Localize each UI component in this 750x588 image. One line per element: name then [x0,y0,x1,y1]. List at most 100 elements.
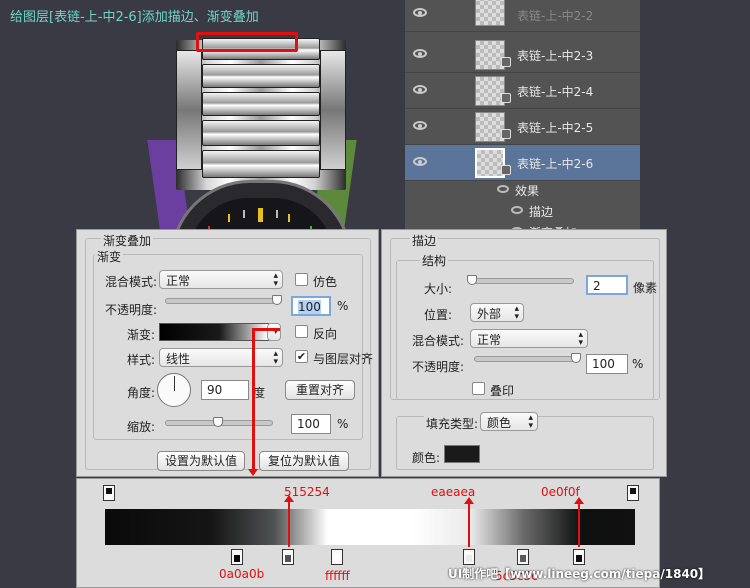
align-with-layer-checkbox[interactable]: ✔ [295,350,308,363]
style-label: 样式: [127,353,156,367]
callout-arrow [574,497,584,547]
layer-mask-icon [501,129,511,139]
layer-row[interactable]: 表链-上-中2-3 [405,37,640,73]
opacity-input[interactable]: 100 [291,296,331,316]
blend-mode-label: 混合模式: [412,334,465,348]
layer-row-selected[interactable]: 表链-上-中2-6 [405,145,640,181]
position-value: 外部 [477,307,502,321]
scale-input[interactable]: 100 [291,414,331,434]
gradient-subtitle: 渐变 [95,248,124,265]
callout-arrow [252,328,280,331]
callout-arrow [248,330,258,476]
stroke-panel: 描边 结构 大小: 2 像素 位置: 外部 ▴ ▾ 混合模式: 正常 ▴ ▾ 不透明… [381,229,667,477]
layer-row[interactable]: 表链-上-中2-2 [405,0,640,32]
blend-mode-value: 正常 [477,333,502,347]
reverse-label: 反向 [313,327,338,341]
percent-sign: % [337,299,349,313]
gradient-label: 渐变: [127,328,156,342]
overprint-checkbox[interactable] [472,382,485,395]
scale-label: 缩放: [127,420,156,434]
color-stop[interactable] [573,549,585,565]
set-default-button[interactable]: 设置为默认值 [157,451,245,471]
bracelet-side-link [176,50,202,170]
size-label: 大小: [424,282,453,296]
color-stop[interactable] [517,549,529,565]
stop-color-label: 515254 [284,485,330,499]
opacity-label: 不透明度: [105,303,158,317]
gradient-bar[interactable] [105,509,635,545]
blend-mode-select[interactable]: 正常 ▴ ▾ [159,270,283,289]
scale-slider[interactable] [165,417,273,427]
layers-panel: 表链-上-中2-2 表链-上-中2-3 表链-上-中2-4 表链-上-中2-5 … [405,0,640,240]
color-stop[interactable] [331,549,343,565]
stroke-effect-label: 描边 [529,205,554,219]
callout-arrow [284,495,294,547]
stop-color-label: 0e0f0f [541,485,580,499]
layer-row[interactable]: 表链-上-中2-5 [405,109,640,145]
opacity-slider[interactable] [474,353,581,363]
fill-type-value: 颜色 [487,416,512,430]
stroke-title: 描边 [410,232,439,249]
visibility-eye-icon[interactable] [413,49,427,58]
bracelet-link [202,92,320,116]
stop-color-label: ffffff [325,569,350,583]
fill-type-select[interactable]: 颜色 ▴ ▾ [480,412,538,431]
layer-name: 表链-上-中2-3 [517,49,594,63]
visibility-eye-icon[interactable] [413,157,427,166]
blend-mode-value: 正常 [166,274,191,288]
reverse-checkbox[interactable] [295,325,308,338]
layer-name: 表链-上-中2-5 [517,121,594,135]
slider-knob[interactable] [213,417,223,427]
color-label: 颜色: [412,451,441,465]
dial-tick [243,210,245,218]
stop-color-label: eaeaea [431,485,476,499]
layer-mask-icon [501,93,511,103]
watch-illustration [140,30,380,235]
slider-knob[interactable] [571,353,581,363]
slider-knob[interactable] [467,275,477,285]
opacity-stop-right[interactable] [627,485,639,501]
visibility-eye-icon[interactable] [413,121,427,130]
select-arrows-icon: ▴ ▾ [273,349,278,367]
stop-color-label: 0a0a0b [219,567,265,581]
effects-eye-icon[interactable] [497,185,509,193]
gradient-picker-arrow[interactable]: ▾ [267,323,281,341]
stroke-eye-icon[interactable] [511,206,523,214]
dither-checkbox[interactable] [295,273,308,286]
position-select[interactable]: 外部 ▴ ▾ [470,303,524,322]
dither-label: 仿色 [313,275,338,289]
opacity-input[interactable]: 100 [586,354,628,374]
select-arrows-icon: ▴ ▾ [578,330,583,348]
size-input[interactable]: 2 [586,275,628,295]
reset-align-button[interactable]: 重置对齐 [285,380,355,400]
visibility-eye-icon[interactable] [413,85,427,94]
angle-input[interactable]: 90 [201,380,249,400]
color-stop[interactable] [282,549,294,565]
overprint-label: 叠印 [490,384,515,398]
color-stop[interactable] [463,549,475,565]
align-with-layer-label: 与图层对齐 [313,352,374,366]
callout-arrow [464,497,474,547]
size-slider[interactable] [467,275,574,285]
percent-sign: % [337,417,349,431]
layer-name: 表链-上-中2-2 [517,9,594,23]
layer-mask-icon [501,57,511,67]
color-stop[interactable] [231,549,243,565]
blend-mode-select[interactable]: 正常 ▴ ▾ [470,329,588,348]
slider-knob[interactable] [272,295,282,305]
visibility-eye-icon[interactable] [413,8,427,17]
style-select[interactable]: 线性 ▴ ▾ [159,348,283,367]
reset-default-button[interactable]: 复位为默认值 [259,451,349,471]
bracelet-link [202,120,320,146]
layer-row[interactable]: 表链-上-中2-4 [405,73,640,109]
bracelet-link [202,64,320,88]
layer-name: 表链-上-中2-6 [517,157,594,171]
select-arrows-icon: ▴ ▾ [528,413,533,431]
size-unit: 像素 [633,281,658,295]
dial-tick [276,210,278,218]
opacity-slider[interactable] [165,295,282,305]
opacity-stop-left[interactable] [103,485,115,501]
angle-dial[interactable] [157,373,191,407]
stroke-color-swatch[interactable] [444,445,480,463]
select-arrows-icon: ▴ ▾ [514,304,519,322]
